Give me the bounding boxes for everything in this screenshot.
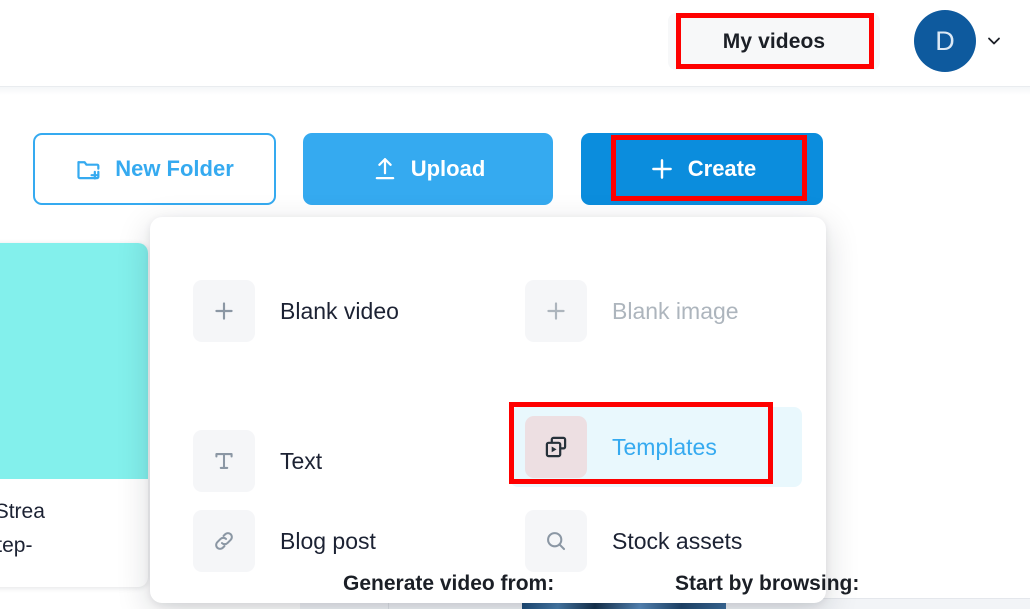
my-videos-tab[interactable]: My videos: [668, 13, 880, 70]
video-card-thumbnail: [0, 243, 148, 479]
new-folder-label: New Folder: [115, 156, 234, 181]
menu-item-templates[interactable]: Templates: [510, 407, 802, 487]
menu-item-blog-post[interactable]: Blog post: [193, 509, 493, 573]
upload-arrow-icon: [371, 155, 399, 183]
menu-item-blank-image: Blank image: [525, 279, 815, 343]
menu-item-stock-assets[interactable]: Stock assets: [525, 509, 815, 573]
toolbar: New Folder Upload Create: [0, 95, 1030, 205]
folder-plus-icon: [75, 155, 103, 183]
menu-item-label: Blank video: [280, 297, 399, 324]
start-browsing-heading: Start by browsing:: [675, 572, 860, 595]
create-dropdown-menu: Blank video Blank image Generate video f…: [150, 217, 859, 603]
generate-video-heading: Generate video from:: [343, 572, 555, 595]
plus-icon: [525, 280, 587, 342]
header-gradient-band: [0, 87, 1030, 95]
menu-item-blank-video[interactable]: Blank video: [193, 279, 493, 343]
new-folder-button[interactable]: New Folder: [33, 133, 276, 205]
upload-button[interactable]: Upload: [303, 133, 553, 205]
menu-item-label: Templates: [612, 433, 717, 460]
my-videos-label[interactable]: My videos: [668, 13, 880, 70]
avatar[interactable]: D: [914, 10, 976, 72]
text-t-icon: [193, 430, 255, 492]
create-button[interactable]: Create: [581, 133, 823, 205]
create-label: Create: [687, 156, 757, 181]
video-card[interactable]: w to Live Strea Tube: A Step-: [0, 243, 148, 587]
menu-item-text[interactable]: Text: [193, 429, 493, 493]
search-icon: [525, 510, 587, 572]
video-card-title: w to Live Strea Tube: A Step-: [0, 500, 45, 557]
menu-item-label: Blank image: [612, 297, 739, 324]
templates-icon: [525, 416, 587, 478]
app-header: My videos D: [0, 0, 1030, 86]
upload-label: Upload: [410, 156, 486, 181]
menu-item-label: Text: [280, 447, 323, 474]
plus-icon: [193, 280, 255, 342]
menu-item-label: Blog post: [280, 527, 376, 554]
plus-icon: [648, 155, 676, 183]
link-chain-icon: [193, 510, 255, 572]
menu-item-label: Stock assets: [612, 527, 743, 554]
chevron-down-icon[interactable]: [984, 31, 1004, 51]
